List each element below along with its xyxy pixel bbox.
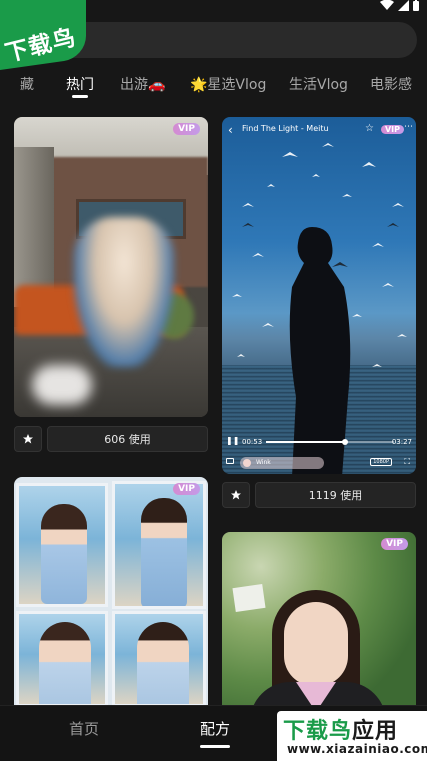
- tab-cinematic[interactable]: 电影感: [370, 74, 412, 94]
- battery-icon: [413, 0, 419, 11]
- favorite-button[interactable]: [14, 426, 42, 452]
- collage-photo: [16, 611, 108, 705]
- favorite-button[interactable]: [222, 482, 250, 508]
- vip-badge: VIP: [173, 123, 200, 135]
- watermark-url: www.xiazainiao.com: [287, 742, 427, 756]
- tab-collect[interactable]: 藏: [20, 74, 34, 94]
- player-controls: ❚❚ 00:53 03:27: [222, 433, 416, 453]
- use-template-button[interactable]: 606 使用: [47, 426, 208, 452]
- total-time: 03:27: [391, 438, 412, 446]
- effect-label: Wink: [256, 459, 271, 466]
- category-tabs: 藏 热门 出游🚗 🌟星选Vlog 生活Vlog 电影感: [0, 70, 427, 104]
- vip-badge: VIP: [380, 125, 404, 134]
- vip-badge: VIP: [381, 538, 408, 550]
- tab-life-vlog[interactable]: 生活Vlog: [289, 74, 348, 94]
- watermark-title: 下载鸟: [283, 719, 353, 744]
- watermark-banner: 下载鸟应用 www.xiazainiao.com: [277, 711, 427, 761]
- current-time: 00:53: [242, 438, 263, 446]
- flying-paper: [232, 584, 266, 612]
- subtitle-icon[interactable]: [226, 458, 234, 464]
- star-icon: [23, 434, 33, 444]
- card-action-row: 1119 使用: [222, 482, 416, 508]
- card-photo-subject: [74, 217, 174, 367]
- collage-photo: [112, 611, 206, 705]
- template-card[interactable]: ‹ Find The Light - Meitu ☆ VIP ⋯ ❚❚ 00:5…: [222, 117, 416, 474]
- song-title: Find The Light - Meitu: [242, 124, 329, 133]
- template-card[interactable]: VIP: [14, 477, 208, 705]
- star-icon: [231, 490, 241, 500]
- card-action-row: 606 使用: [14, 426, 208, 452]
- player-header: ‹ Find The Light - Meitu ☆ VIP ⋯: [222, 117, 416, 143]
- pause-icon[interactable]: ❚❚: [226, 436, 239, 445]
- resolution-badge[interactable]: 1080P: [370, 458, 392, 466]
- template-card[interactable]: VIP: [14, 117, 208, 417]
- collage-photo: [16, 483, 108, 607]
- active-tab-indicator: [72, 95, 88, 98]
- star-outline-icon[interactable]: ☆: [365, 123, 374, 134]
- player-footer: Wink 1080P ⛶: [222, 453, 416, 473]
- back-icon[interactable]: ‹: [228, 123, 233, 137]
- signal-icon: [398, 0, 409, 11]
- tab-star-vlog[interactable]: 🌟星选Vlog: [190, 74, 266, 94]
- template-card[interactable]: VIP: [222, 532, 416, 705]
- active-nav-indicator: [200, 745, 230, 748]
- nav-recipes[interactable]: 配方: [200, 718, 230, 739]
- tab-travel[interactable]: 出游🚗: [120, 74, 165, 94]
- progress-slider[interactable]: [266, 439, 394, 445]
- watermark-title-suffix: 应用: [352, 719, 399, 744]
- effect-pill[interactable]: Wink: [240, 457, 324, 469]
- collage-photo: [112, 481, 206, 609]
- card-photo-subject: [284, 602, 348, 686]
- wifi-icon: [380, 0, 394, 11]
- progress-knob[interactable]: [342, 439, 349, 445]
- watermark-logo: 下载鸟: [0, 0, 88, 70]
- fullscreen-icon[interactable]: ⛶: [404, 457, 410, 467]
- tab-hot[interactable]: 热门: [66, 74, 94, 94]
- nav-home[interactable]: 首页: [69, 718, 99, 739]
- more-icon[interactable]: ⋯: [404, 122, 413, 132]
- vip-badge: VIP: [173, 483, 200, 495]
- use-template-button[interactable]: 1119 使用: [255, 482, 416, 508]
